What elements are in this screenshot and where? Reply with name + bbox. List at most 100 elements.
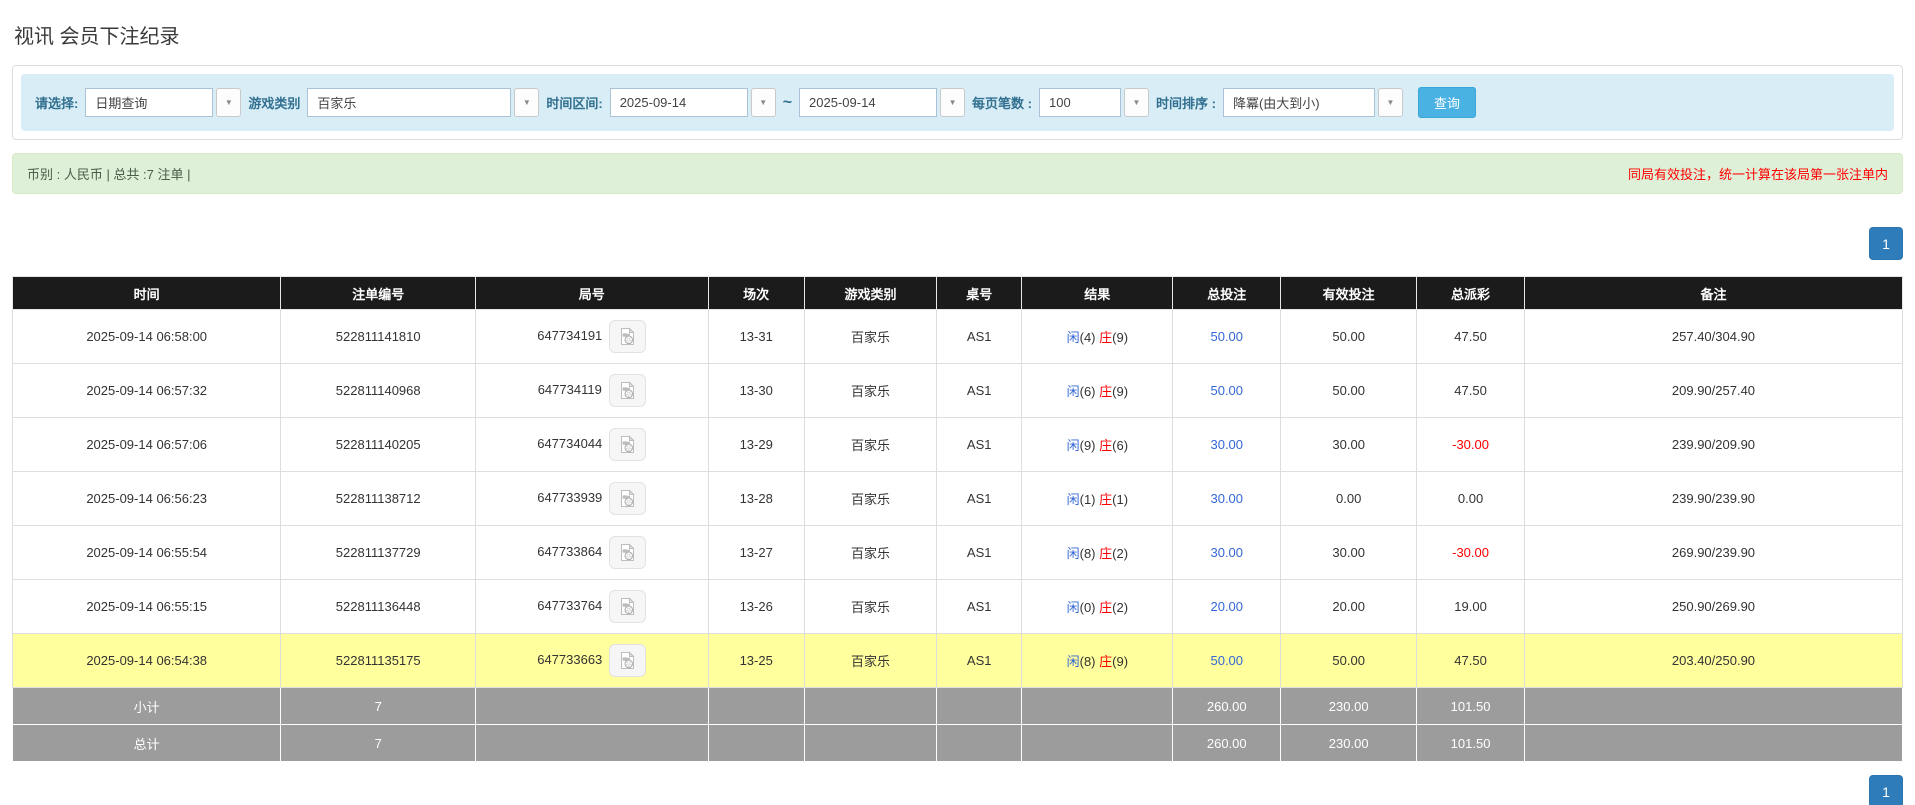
round-id-value: 647733864 <box>537 543 603 559</box>
cell-result: 闲(6) 庄(9) <box>1021 363 1174 418</box>
table-row: 2025-09-14 06:57:32 522811140968 6477341… <box>11 363 1904 418</box>
cell-table-no: AS1 <box>936 363 1023 418</box>
time-sort-label: 时间排序 : <box>1156 96 1216 111</box>
cell-table-no: AS1 <box>936 525 1023 580</box>
cell-time: 2025-09-14 06:55:15 <box>11 579 282 634</box>
col-header-table-no: 桌号 <box>936 276 1023 310</box>
total-bet-link[interactable]: 30.00 <box>1210 491 1243 506</box>
cell-table-no: AS1 <box>936 579 1023 634</box>
total-bet-link[interactable]: 50.00 <box>1210 653 1243 668</box>
table-row: 2025-09-14 06:56:23 522811138712 6477339… <box>11 471 1904 526</box>
time-sort-select[interactable]: 降冪(由大到小) ▼ <box>1222 88 1403 117</box>
cell-time: 2025-09-14 06:57:06 <box>11 417 282 472</box>
col-header-payout: 总派彩 <box>1416 276 1525 310</box>
cell-valid-bet: 50.00 <box>1280 363 1418 418</box>
cell-valid-bet: 0.00 <box>1280 471 1418 526</box>
time-sort-value[interactable]: 降冪(由大到小) <box>1222 88 1375 117</box>
table-row: 2025-09-14 06:54:38 522811135175 6477336… <box>11 633 1904 688</box>
chevron-down-icon[interactable]: ▼ <box>216 88 242 117</box>
result-banker-score: (9) <box>1112 654 1129 669</box>
subtotal-count: 7 <box>280 687 477 725</box>
cell-round-id: 647734119 <box>475 363 709 418</box>
page-size-select[interactable]: 100 ▼ <box>1039 88 1149 117</box>
query-button[interactable]: 查询 <box>1417 87 1476 118</box>
cell-bet-id: 522811137729 <box>280 525 477 580</box>
cell-game-type: 百家乐 <box>803 471 938 526</box>
date-from-value[interactable]: 2025-09-14 <box>609 88 748 117</box>
video-replay-button[interactable] <box>608 374 646 407</box>
result-player-score: (0) <box>1079 600 1096 615</box>
game-type-value[interactable]: 百家乐 <box>307 88 512 117</box>
total-bet-link[interactable]: 50.00 <box>1210 329 1243 344</box>
cell-remark: 209.90/257.40 <box>1523 363 1904 418</box>
result-player-score: (8) <box>1079 546 1096 561</box>
total-bet-link[interactable]: 50.00 <box>1210 383 1243 398</box>
page-size-value[interactable]: 100 <box>1039 88 1121 117</box>
result-player-score: (6) <box>1079 384 1096 399</box>
chevron-down-icon[interactable]: ▼ <box>940 88 966 117</box>
round-id-value: 647734119 <box>537 381 602 397</box>
pagination-page-1[interactable]: 1 <box>1869 775 1903 805</box>
result-player-label: 闲 <box>1066 654 1080 669</box>
cell-round-id: 647733663 <box>475 633 709 688</box>
table-header-row: 时间 注单编号 局号 场次 游戏类别 桌号 结果 总投注 有效投注 总派彩 备注 <box>11 276 1904 310</box>
game-type-select[interactable]: 百家乐 ▼ <box>307 88 540 117</box>
result-banker-score: (1) <box>1112 492 1129 507</box>
col-header-bet-id: 注单编号 <box>280 276 477 310</box>
table-row: 2025-09-14 06:58:00 522811141810 6477341… <box>11 309 1904 364</box>
query-type-select[interactable]: 日期查询 ▼ <box>85 88 242 117</box>
result-player-label: 闲 <box>1066 438 1080 453</box>
video-replay-button[interactable] <box>609 644 647 677</box>
result-player-score: (4) <box>1079 330 1096 345</box>
result-banker-score: (9) <box>1112 330 1129 345</box>
date-to-value[interactable]: 2025-09-14 <box>799 88 938 117</box>
cell-round-id: 647734044 <box>475 417 709 472</box>
round-id-value: 647733663 <box>537 651 603 667</box>
total-bet-link[interactable]: 30.00 <box>1210 545 1243 560</box>
chevron-down-icon[interactable]: ▼ <box>514 88 540 117</box>
game-type-label: 游戏类别 <box>248 96 301 111</box>
cell-round-id: 647734191 <box>475 309 709 364</box>
video-record-icon <box>621 435 636 453</box>
total-bet-link[interactable]: 20.00 <box>1210 599 1243 614</box>
cell-time: 2025-09-14 06:58:00 <box>11 309 282 364</box>
cell-table-no: AS1 <box>936 309 1023 364</box>
page-title: 视讯 会员下注纪录 <box>14 26 180 48</box>
cell-total-bet: 50.00 <box>1172 363 1282 418</box>
cell-total-bet: 30.00 <box>1172 417 1282 472</box>
cell-round-id: 647733939 <box>475 471 709 526</box>
result-banker-label: 庄 <box>1099 654 1113 669</box>
bet-records-table: 时间 注单编号 局号 场次 游戏类别 桌号 结果 总投注 有效投注 总派彩 备注… <box>11 276 1904 762</box>
cell-payout: -30.00 <box>1416 417 1525 472</box>
video-replay-button[interactable] <box>609 428 647 461</box>
result-banker-label: 庄 <box>1099 330 1113 345</box>
chevron-down-icon[interactable]: ▼ <box>1377 88 1403 117</box>
date-from-select[interactable]: 2025-09-14 ▼ <box>609 88 776 117</box>
chevron-down-icon[interactable]: ▼ <box>750 88 776 117</box>
cell-payout: 47.50 <box>1416 363 1525 418</box>
cell-bet-id: 522811140968 <box>280 363 477 418</box>
subtotal-payout: 101.50 <box>1416 687 1525 725</box>
chevron-down-icon[interactable]: ▼ <box>1124 88 1149 117</box>
col-header-game-type: 游戏类别 <box>803 276 938 310</box>
date-range-label: 时间区间: <box>546 96 603 111</box>
result-banker-score: (6) <box>1112 438 1129 453</box>
video-replay-button[interactable] <box>609 536 647 569</box>
video-replay-button[interactable] <box>609 482 647 515</box>
cell-valid-bet: 50.00 <box>1280 633 1418 688</box>
cell-session: 13-29 <box>707 417 805 472</box>
video-replay-button[interactable] <box>609 590 647 623</box>
round-id-value: 647734044 <box>537 435 603 451</box>
date-to-select[interactable]: 2025-09-14 ▼ <box>799 88 966 117</box>
query-type-value[interactable]: 日期查询 <box>85 88 214 117</box>
result-player-score: (9) <box>1079 438 1096 453</box>
cell-payout: 47.50 <box>1416 309 1525 364</box>
video-replay-button[interactable] <box>609 320 647 353</box>
total-bet-link[interactable]: 30.00 <box>1210 437 1243 452</box>
cell-payout: 19.00 <box>1416 579 1525 634</box>
round-id-value: 647733939 <box>537 489 603 505</box>
cell-remark: 239.90/239.90 <box>1523 471 1904 526</box>
subtotal-valid-bet: 230.00 <box>1280 687 1418 725</box>
col-header-round-id: 局号 <box>475 276 709 310</box>
pagination-page-1[interactable]: 1 <box>1869 227 1903 260</box>
